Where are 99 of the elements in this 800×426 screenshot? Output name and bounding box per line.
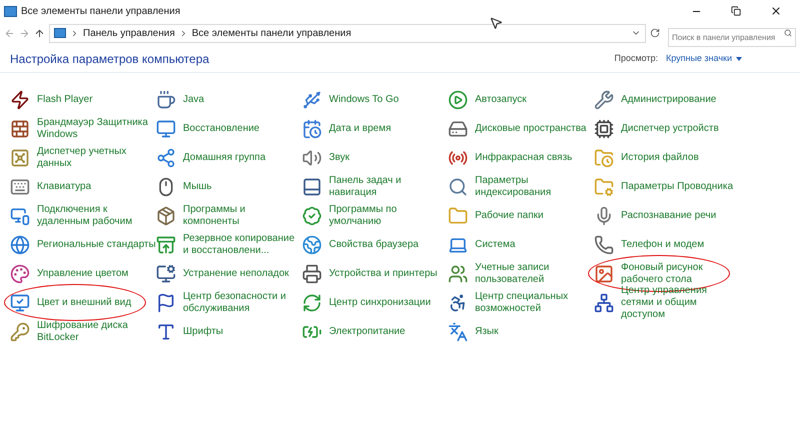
control-panel-item[interactable]: Центр синхронизации: [329, 296, 448, 308]
control-panel-item[interactable]: Центр специальных возможностей: [475, 290, 594, 314]
control-panel-item[interactable]: Региональные стандарты: [37, 238, 156, 250]
control-panel-item[interactable]: Клавиатура: [37, 180, 156, 192]
window-icon: [4, 6, 17, 16]
search-icon: [448, 176, 468, 196]
restore-icon: [731, 6, 741, 16]
globe-icon: [10, 234, 30, 254]
coffee-cup-icon: [156, 90, 176, 110]
control-panel-item[interactable]: Телефон и модем: [621, 238, 740, 250]
key-icon: [10, 322, 30, 342]
close-icon: [770, 5, 782, 17]
control-panel-item[interactable]: Звук: [329, 152, 448, 164]
control-panel-item[interactable]: Мышь: [183, 180, 302, 192]
folder-icon: [448, 206, 468, 226]
control-panel-item[interactable]: Домашняя группа: [183, 152, 302, 164]
control-panel-item[interactable]: Восстановление: [183, 122, 302, 134]
monitor-icon: [156, 118, 176, 138]
control-panel-item[interactable]: Дата и время: [329, 122, 448, 134]
search-field[interactable]: Поиск в панели управления: [668, 28, 796, 46]
monitor-icon: [10, 292, 30, 312]
globe-icon: [302, 234, 322, 254]
control-panel-item[interactable]: Учетные записи пользователей: [475, 262, 594, 286]
image-icon: [594, 264, 614, 284]
control-panel-item[interactable]: Параметры индексирования: [475, 174, 594, 198]
control-panel-item[interactable]: Подключения к удаленным рабочим: [37, 204, 156, 228]
taskbar-icon: [302, 176, 322, 196]
chip-icon: [594, 118, 614, 138]
control-panel-item[interactable]: Свойства браузера: [329, 238, 448, 250]
control-panel-item[interactable]: Центр безопасности и обслуживания: [183, 290, 302, 314]
control-panel-item[interactable]: Язык: [475, 326, 594, 338]
remote-desktop-icon: [10, 206, 30, 226]
caret-icon: [736, 56, 742, 60]
check-badge-icon: [302, 206, 322, 226]
view-label: Просмотр:: [614, 52, 658, 65]
control-panel-item[interactable]: Устранение неполадок: [183, 268, 302, 280]
printer-icon: [302, 264, 322, 284]
control-panel-item[interactable]: Управление цветом: [37, 268, 156, 280]
control-panel-item[interactable]: Диспетчер устройств: [621, 122, 740, 134]
window-title: Все элементы панели управления: [21, 4, 182, 18]
sync-icon: [302, 292, 322, 312]
control-panel-item[interactable]: Программы и компоненты: [183, 204, 302, 228]
network-nodes-icon: [156, 148, 176, 168]
control-panel-icon: [54, 28, 66, 38]
wrench-icon: [594, 90, 614, 110]
backup-icon: [156, 234, 176, 254]
refresh-button[interactable]: [650, 28, 660, 38]
hard-drive-icon: [448, 118, 468, 138]
control-panel-item[interactable]: Программы по умолчанию: [329, 204, 448, 228]
address-bar[interactable]: Панель управления Все элементы панели управления: [49, 24, 646, 42]
page-heading: Настройка параметров компьютера: [10, 50, 210, 68]
control-panel-item[interactable]: Рабочие папки: [475, 210, 594, 222]
brick-wall-icon: [10, 118, 30, 138]
control-panel-item[interactable]: Шрифты: [183, 326, 302, 338]
control-panel-item[interactable]: Windows To Go: [329, 94, 448, 106]
language-icon: [448, 322, 468, 342]
control-panel-item[interactable]: Flash Player: [37, 94, 156, 106]
control-panel-item[interactable]: Цвет и внешний вид: [37, 296, 156, 308]
control-panel-item[interactable]: Фоновый рисунок рабочего стола: [621, 262, 740, 286]
lightning-icon: [10, 90, 30, 110]
users-icon: [448, 264, 468, 284]
play-icon: [448, 90, 468, 110]
up-button[interactable]: [34, 28, 45, 38]
monitor-settings-icon: [156, 264, 176, 284]
control-panel-item[interactable]: Шифрование диска BitLocker: [37, 320, 156, 344]
chevron-icon: [70, 28, 79, 38]
usb-drive-icon: [302, 90, 322, 110]
control-panel-item[interactable]: Брандмауэр Защитника Windows: [37, 116, 156, 140]
search-icon: [784, 28, 792, 36]
control-panel-item[interactable]: Автозапуск: [475, 94, 594, 106]
control-panel-item[interactable]: Инфракрасная связь: [475, 152, 594, 164]
control-panel-item[interactable]: Java: [183, 94, 302, 106]
control-panel-item[interactable]: Параметры Проводника: [621, 180, 740, 192]
flag-icon: [156, 292, 176, 312]
control-panel-item[interactable]: Распознавание речи: [621, 210, 740, 222]
control-panel-item[interactable]: Система: [475, 238, 594, 250]
palette-icon: [10, 264, 30, 284]
breadcrumb[interactable]: Все элементы панели управления: [192, 26, 352, 40]
safe-icon: [10, 148, 30, 168]
breadcrumb[interactable]: Панель управления: [83, 26, 175, 40]
keyboard-icon: [10, 176, 30, 196]
font-icon: [156, 322, 176, 342]
folder-clock-icon: [594, 148, 614, 168]
view-dropdown[interactable]: Крупные значки: [666, 52, 742, 66]
control-panel-item[interactable]: Устройства и принтеры: [329, 268, 448, 280]
control-panel-item[interactable]: Дисковые пространства: [475, 122, 594, 134]
network-icon: [594, 292, 614, 312]
mouse-cursor-icon: [489, 16, 503, 30]
control-panel-item[interactable]: История файлов: [621, 152, 740, 164]
control-panel-item[interactable]: Администрирование: [621, 94, 740, 106]
folder-settings-icon: [594, 176, 614, 196]
package-icon: [156, 206, 176, 226]
control-panel-item[interactable]: Электропитание: [329, 326, 448, 338]
speaker-icon: [302, 148, 322, 168]
phone-icon: [594, 234, 614, 254]
control-panel-item[interactable]: Резервное копирование и восстановлени...: [183, 232, 302, 256]
control-panel-item[interactable]: Диспетчер учетных данных: [37, 146, 156, 170]
calendar-clock-icon: [302, 118, 322, 138]
control-panel-item[interactable]: Панель задач и навигация: [329, 174, 448, 198]
